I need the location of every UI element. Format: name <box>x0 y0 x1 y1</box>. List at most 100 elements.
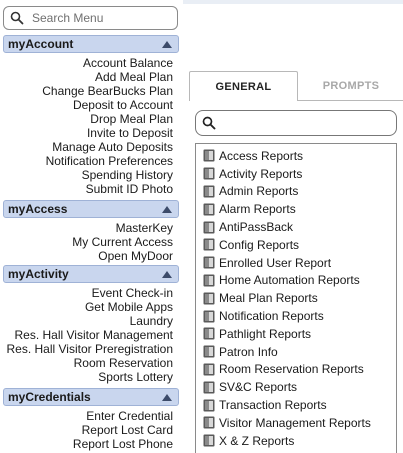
caret-up-icon[interactable] <box>162 393 172 401</box>
section-title: myActivity <box>8 267 69 281</box>
menu-item-notification-preferences[interactable]: Notification Preferences <box>3 154 179 168</box>
section-myaccess: myAccess MasterKey My Current Access Ope… <box>3 200 179 263</box>
report-item-svc-reports[interactable]: SV&C Reports <box>196 378 396 396</box>
report-item-config-reports[interactable]: Config Reports <box>196 236 396 254</box>
report-list[interactable]: Access Reports Activity Reports Admin Re… <box>195 143 397 453</box>
report-label: Pathlight Reports <box>219 326 312 341</box>
report-item-transaction-reports[interactable]: Transaction Reports <box>196 396 396 414</box>
report-label: Visitor Management Reports <box>219 415 371 430</box>
section-title: myAccess <box>8 202 68 216</box>
report-label: Admin Reports <box>219 184 299 199</box>
report-item-home-automation-reports[interactable]: Home Automation Reports <box>196 272 396 290</box>
menu-item-submit-id-photo[interactable]: Submit ID Photo <box>3 182 179 196</box>
report-item-x-z-reports[interactable]: X & Z Reports <box>196 432 396 450</box>
menu-item-manage-auto-deposits[interactable]: Manage Auto Deposits <box>3 140 179 154</box>
search-icon <box>202 116 216 130</box>
report-label: Enrolled User Report <box>219 255 332 270</box>
menu-item-get-mobile-apps[interactable]: Get Mobile Apps <box>3 300 179 314</box>
report-label: Meal Plan Reports <box>219 291 318 306</box>
menu-item-report-lost-card[interactable]: Report Lost Card <box>3 423 179 437</box>
folder-icon <box>203 149 215 162</box>
folder-icon <box>203 256 215 269</box>
folder-icon <box>203 327 215 340</box>
tab-prompts[interactable]: PROMPTS <box>299 71 403 101</box>
folder-icon <box>203 416 215 429</box>
report-label: Room Reservation Reports <box>219 362 364 377</box>
menu-item-sports-lottery[interactable]: Sports Lottery <box>3 370 179 384</box>
report-item-enrolled-user-report[interactable]: Enrolled User Report <box>196 254 396 272</box>
menu-item-spending-history[interactable]: Spending History <box>3 168 179 182</box>
menu-item-report-lost-phone[interactable]: Report Lost Phone <box>3 437 179 451</box>
section-myactivity: myActivity Event Check-in Get Mobile App… <box>3 265 179 384</box>
menu-item-room-reservation[interactable]: Room Reservation <box>3 356 179 370</box>
folder-icon <box>203 292 215 305</box>
top-strip <box>183 0 403 4</box>
search-icon <box>10 11 24 25</box>
report-item-admin-reports[interactable]: Admin Reports <box>196 183 396 201</box>
folder-icon <box>203 345 215 358</box>
menu-item-open-mydoor[interactable]: Open MyDoor <box>3 249 179 263</box>
section-header-mycredentials[interactable]: myCredentials <box>3 388 179 406</box>
folder-icon <box>203 399 215 412</box>
search-menu-input[interactable]: Search Menu <box>3 6 178 30</box>
menu-item-deposit-to-account[interactable]: Deposit to Account <box>3 98 179 112</box>
report-item-meal-plan-reports[interactable]: Meal Plan Reports <box>196 289 396 307</box>
menu-item-change-bearbucks-plan[interactable]: Change BearBucks Plan <box>3 84 179 98</box>
caret-up-icon[interactable] <box>162 40 172 48</box>
menu-item-event-check-in[interactable]: Event Check-in <box>3 286 179 300</box>
menu-item-enter-credential[interactable]: Enter Credential <box>3 409 179 423</box>
report-item-antipassback[interactable]: AntiPassBack <box>196 218 396 236</box>
folder-icon <box>203 274 215 287</box>
folder-icon <box>203 185 215 198</box>
report-item-patron-info[interactable]: Patron Info <box>196 343 396 361</box>
sidebar-menu: Search Menu myAccount Account Balance Ad… <box>0 0 182 453</box>
menu-item-res-hall-visitor-management[interactable]: Res. Hall Visitor Management <box>3 328 179 342</box>
section-header-myaccount[interactable]: myAccount <box>3 35 179 53</box>
report-item-visitor-management-reports[interactable]: Visitor Management Reports <box>196 414 396 432</box>
report-search-input[interactable] <box>195 110 397 136</box>
report-label: Alarm Reports <box>219 202 296 217</box>
report-label: Home Automation Reports <box>219 273 360 288</box>
folder-icon <box>203 381 215 394</box>
section-header-myaccess[interactable]: myAccess <box>3 200 179 218</box>
report-label: AntiPassBack <box>219 220 294 235</box>
section-title: myAccount <box>8 37 74 51</box>
report-label: SV&C Reports <box>219 380 298 395</box>
report-label: X & Z Reports <box>219 433 295 448</box>
folder-icon <box>203 310 215 323</box>
tab-divider <box>298 100 403 101</box>
report-label: Patron Info <box>219 344 278 359</box>
section-header-myactivity[interactable]: myActivity <box>3 265 179 283</box>
menu-item-add-meal-plan[interactable]: Add Meal Plan <box>3 70 179 84</box>
report-item-activity-reports[interactable]: Activity Reports <box>196 165 396 183</box>
folder-icon <box>203 434 215 447</box>
report-item-access-reports[interactable]: Access Reports <box>196 147 396 165</box>
menu-item-my-current-access[interactable]: My Current Access <box>3 235 179 249</box>
report-label: Config Reports <box>219 237 300 252</box>
caret-up-icon[interactable] <box>162 205 172 213</box>
search-placeholder: Search Menu <box>32 11 104 25</box>
report-label: Activity Reports <box>219 166 303 181</box>
folder-icon <box>203 203 215 216</box>
report-label: Access Reports <box>219 148 304 163</box>
tab-general[interactable]: GENERAL <box>189 71 298 101</box>
report-item-room-reservation-reports[interactable]: Room Reservation Reports <box>196 361 396 379</box>
report-item-pathlight-reports[interactable]: Pathlight Reports <box>196 325 396 343</box>
section-title: myCredentials <box>8 390 91 404</box>
folder-icon <box>203 363 215 376</box>
report-label: Notification Reports <box>219 309 324 324</box>
report-item-notification-reports[interactable]: Notification Reports <box>196 307 396 325</box>
report-item-alarm-reports[interactable]: Alarm Reports <box>196 200 396 218</box>
menu-item-account-balance[interactable]: Account Balance <box>3 56 179 70</box>
menu-item-masterkey[interactable]: MasterKey <box>3 221 179 235</box>
caret-up-icon[interactable] <box>162 270 172 278</box>
section-myaccount: myAccount Account Balance Add Meal Plan … <box>3 35 179 196</box>
folder-icon <box>203 167 215 180</box>
folder-icon <box>203 238 215 251</box>
reports-panel: GENERAL PROMPTS Access Reports Activity … <box>183 0 403 453</box>
menu-item-laundry[interactable]: Laundry <box>3 314 179 328</box>
menu-item-res-hall-visitor-preregistration[interactable]: Res. Hall Visitor Preregistration <box>3 342 179 356</box>
menu-item-invite-to-deposit[interactable]: Invite to Deposit <box>3 126 179 140</box>
menu-item-drop-meal-plan[interactable]: Drop Meal Plan <box>3 112 179 126</box>
folder-icon <box>203 221 215 234</box>
